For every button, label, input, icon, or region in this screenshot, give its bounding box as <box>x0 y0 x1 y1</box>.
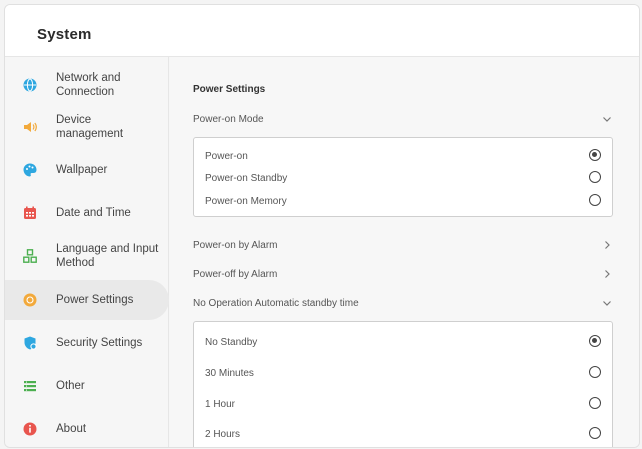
sidebar-item-wallpaper[interactable]: Wallpaper <box>5 150 169 190</box>
power-on-option[interactable]: Power-on <box>205 147 601 165</box>
sidebar-item-label: Other <box>56 380 85 392</box>
sidebar-item-label: Date and Time <box>56 207 131 219</box>
page-title: System <box>37 26 92 43</box>
palette-icon <box>23 163 37 177</box>
radio-unselected[interactable] <box>589 171 601 183</box>
sidebar-item-about[interactable]: About <box>5 409 169 447</box>
radio-unselected[interactable] <box>589 397 601 409</box>
chevron-right-icon <box>601 268 613 280</box>
sidebar-item-label: Power Settings <box>56 294 134 306</box>
sidebar-item-label: Network and Connection <box>56 72 121 98</box>
sidebar-item-network[interactable]: Network and Connection <box>5 65 169 105</box>
sidebar: Network and Connection Device management… <box>5 57 169 447</box>
sidebar-item-power-settings[interactable]: Power Settings <box>5 280 169 320</box>
radio-unselected[interactable] <box>589 194 601 206</box>
settings-window: System Network and Connection Device man… <box>4 4 640 448</box>
sidebar-item-label: Device management <box>56 114 124 140</box>
sidebar-item-language[interactable]: Language and Input Method <box>5 236 169 276</box>
option-label: Power-on Memory <box>205 195 287 207</box>
option-label: No Standby <box>205 336 258 348</box>
option-label: 30 Minutes <box>205 367 254 379</box>
sidebar-item-security[interactable]: Security Settings <box>5 323 169 363</box>
app-header: System <box>5 5 639 57</box>
power-off-alarm-label: Power-off by Alarm <box>193 268 278 280</box>
power-on-alarm-label: Power-on by Alarm <box>193 239 278 251</box>
sidebar-item-label: Wallpaper <box>56 164 108 176</box>
sidebar-item-device-management[interactable]: Device management <box>5 107 169 147</box>
option-label: Power-on <box>205 150 248 162</box>
chevron-right-icon <box>601 239 613 251</box>
calendar-icon <box>23 206 37 220</box>
power-on-standby-option[interactable]: Power-on Standby <box>205 169 601 187</box>
option-label: Power-on Standby <box>205 172 288 184</box>
radio-unselected[interactable] <box>589 366 601 378</box>
list-icon <box>23 379 37 393</box>
one-hour-option[interactable]: 1 Hour <box>205 395 601 413</box>
shield-icon <box>23 336 37 350</box>
standby-time-label: No Operation Automatic standby time <box>193 297 359 309</box>
chevron-down-icon <box>601 113 613 125</box>
language-icon <box>23 249 37 263</box>
power-on-mode-dropdown[interactable]: Power-on Mode <box>193 110 613 128</box>
speaker-icon <box>23 120 37 134</box>
sidebar-item-label: Language and Input Method <box>56 243 159 269</box>
section-title: Power Settings <box>193 84 266 95</box>
power-on-alarm-row[interactable]: Power-on by Alarm <box>193 236 613 254</box>
radio-selected[interactable] <box>589 149 601 161</box>
power-icon <box>23 293 37 307</box>
no-standby-option[interactable]: No Standby <box>205 333 601 351</box>
power-on-mode-options: Power-on Power-on Standby Power-on Memor… <box>193 137 613 217</box>
sidebar-item-date-time[interactable]: Date and Time <box>5 193 169 233</box>
main-content: Power Settings Power-on Mode Power-on Po… <box>170 57 639 447</box>
option-label: 1 Hour <box>205 398 236 410</box>
power-on-memory-option[interactable]: Power-on Memory <box>205 192 601 210</box>
radio-unselected[interactable] <box>589 427 601 439</box>
thirty-minutes-option[interactable]: 30 Minutes <box>205 364 601 382</box>
option-label: 2 Hours <box>205 428 241 440</box>
two-hours-option[interactable]: 2 Hours <box>205 425 601 443</box>
radio-selected[interactable] <box>589 335 601 347</box>
standby-time-options: No Standby 30 Minutes 1 Hour 2 Hours <box>193 321 613 447</box>
standby-time-dropdown[interactable]: No Operation Automatic standby time <box>193 294 613 312</box>
sidebar-item-label: About <box>56 423 87 435</box>
chevron-down-icon <box>601 297 613 309</box>
sidebar-item-other[interactable]: Other <box>5 366 169 406</box>
sidebar-item-label: Security Settings <box>56 337 143 349</box>
info-icon <box>23 422 37 436</box>
power-on-mode-label: Power-on Mode <box>193 113 264 125</box>
globe-icon <box>23 78 37 92</box>
power-off-alarm-row[interactable]: Power-off by Alarm <box>193 265 613 283</box>
